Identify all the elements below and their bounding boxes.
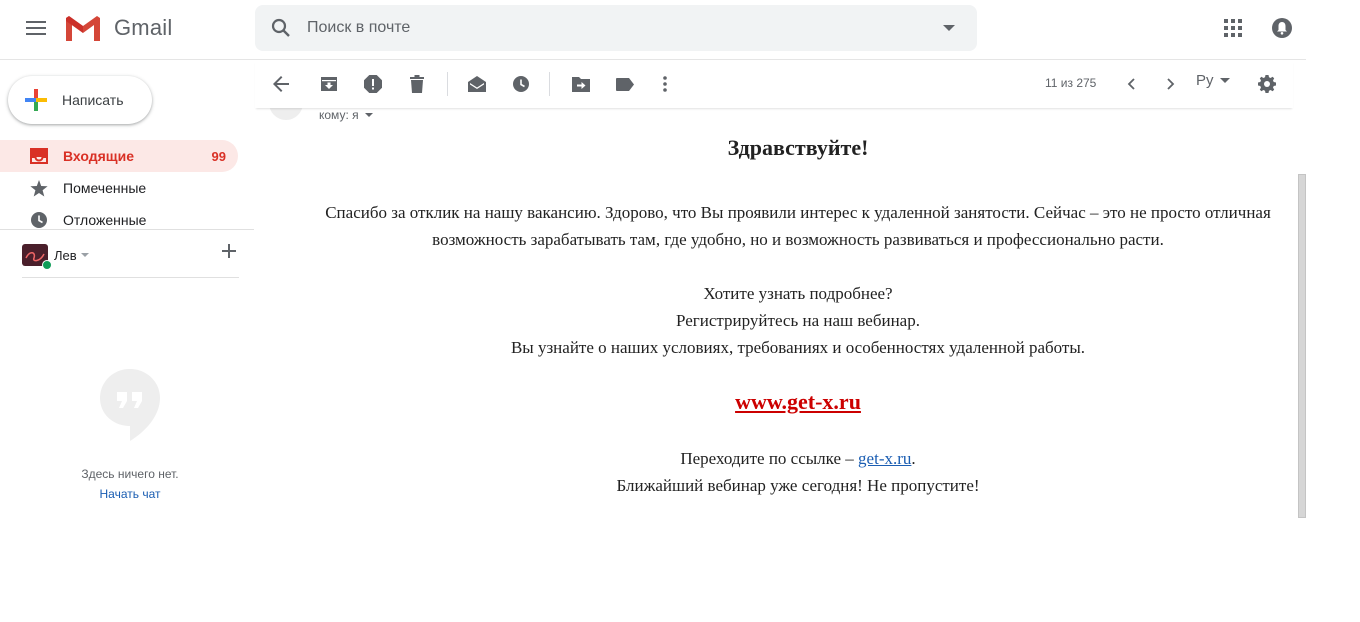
sidebar-item-inbox[interactable]: Входящие 99 (0, 140, 238, 172)
search-bar[interactable] (255, 5, 977, 51)
delete-button[interactable] (399, 66, 435, 102)
message-line: Регистрируйтесь на наш вебинар. (676, 311, 920, 330)
newer-button[interactable] (1113, 66, 1149, 102)
message-paragraph: Спасибо за отклик на нашу вакансию. Здор… (325, 203, 1271, 249)
chat-empty-text: Здесь ничего нет. (81, 467, 179, 481)
recipient-line[interactable]: кому: я (319, 108, 373, 122)
sidebar-item-snoozed[interactable]: Отложенные (0, 204, 238, 236)
message-line: Вы узнайте о наших условиях, требованиях… (510, 338, 1086, 357)
caret-down-icon (364, 113, 373, 117)
message-line: Хотите узнать подробнее? (703, 284, 893, 303)
archive-button[interactable] (311, 66, 347, 102)
labels-button[interactable] (607, 66, 643, 102)
search-icon (271, 18, 290, 37)
notifications-button[interactable] (1262, 12, 1302, 44)
website-link[interactable]: www.get-x.ru (735, 388, 861, 415)
trash-icon (410, 75, 424, 93)
search-button[interactable] (255, 5, 307, 51)
add-contact-icon[interactable] (222, 244, 236, 258)
message-view: кому: я Здравствуйте! Спасибо за отклик … (255, 86, 1295, 622)
chevron-right-icon (1167, 78, 1175, 90)
compose-label: Написать (62, 92, 124, 108)
scrollbar-thumb[interactable] (1298, 174, 1306, 518)
settings-button[interactable] (1249, 66, 1285, 102)
search-input[interactable] (307, 19, 921, 37)
sidebar-item-label: Входящие (63, 148, 134, 164)
label-icon (616, 77, 634, 91)
gmail-logo[interactable]: Gmail (64, 14, 172, 42)
more-actions-button[interactable] (647, 66, 683, 102)
input-language-button[interactable]: Ру (1196, 72, 1230, 89)
sidebar: Написать Входящие 99 Помеченные Отложенн… (0, 60, 254, 622)
alert-octagon-icon (364, 75, 382, 93)
back-button[interactable] (263, 66, 299, 102)
toolbar-separator (447, 72, 448, 96)
mark-unread-button[interactable] (459, 66, 495, 102)
hamburger-icon (26, 21, 46, 35)
chevron-left-icon (1127, 78, 1135, 90)
pagination-text: 11 из 275 (1045, 76, 1097, 90)
folder-move-icon (572, 76, 590, 92)
gear-icon (1258, 75, 1276, 93)
star-icon (26, 179, 52, 197)
start-chat-link[interactable]: Начать чат (100, 487, 161, 501)
gmail-m-icon (64, 16, 102, 42)
message-body: Здравствуйте! Спасибо за отклик на нашу … (313, 134, 1283, 499)
main-menu-button[interactable] (14, 8, 58, 48)
message-toolbar: 11 из 275 Ру (255, 60, 1293, 108)
search-options-button[interactable] (921, 5, 977, 51)
apps-grid-icon (1224, 19, 1242, 37)
sidebar-item-starred[interactable]: Помеченные (0, 172, 238, 204)
top-bar: Gmail (0, 0, 1306, 60)
more-vert-icon (663, 76, 667, 92)
caret-down-icon (943, 25, 955, 31)
move-to-button[interactable] (563, 66, 599, 102)
message-closing: Ближайший вебинар уже сегодня! Не пропус… (616, 476, 980, 495)
older-button[interactable] (1153, 66, 1189, 102)
sidebar-item-label: Отложенные (63, 212, 147, 228)
arrow-left-icon (273, 76, 289, 92)
sidebar-divider (0, 229, 254, 230)
toolbar-separator (549, 72, 550, 96)
input-language-label: Ру (1196, 72, 1214, 89)
google-apps-button[interactable] (1213, 12, 1253, 44)
follow-link[interactable]: get-x.ru (858, 449, 911, 468)
hangouts-user-name: Лев (54, 247, 77, 263)
follow-prefix: Переходите по ссылке – (680, 449, 859, 468)
bell-icon (1272, 18, 1292, 38)
avatar (22, 244, 52, 270)
inbox-icon (26, 148, 52, 164)
app-name: Gmail (114, 15, 173, 40)
clock-icon (26, 211, 52, 229)
recipient-text: кому: я (319, 108, 359, 122)
message-greeting: Здравствуйте! (727, 135, 869, 160)
caret-down-icon (1219, 78, 1230, 83)
caret-down-icon (80, 253, 89, 257)
report-spam-button[interactable] (355, 66, 391, 102)
compose-button[interactable]: Написать (8, 76, 152, 124)
envelope-open-icon (468, 76, 486, 92)
plus-icon (12, 76, 60, 124)
clock-icon (513, 76, 529, 92)
follow-line: Переходите по ссылке – get-x.ru. (313, 445, 1283, 472)
hangouts-icon (100, 369, 160, 441)
sidebar-item-label: Помеченные (63, 180, 147, 196)
snooze-button[interactable] (503, 66, 539, 102)
archive-icon (321, 77, 337, 91)
unread-count: 99 (211, 148, 226, 164)
hangouts-divider (22, 277, 239, 278)
hangouts-user-row[interactable]: Лев (22, 242, 240, 270)
chat-empty-state: Здесь ничего нет. Начать чат (20, 368, 240, 503)
follow-suffix: . (911, 449, 916, 468)
online-status-dot (42, 260, 52, 270)
